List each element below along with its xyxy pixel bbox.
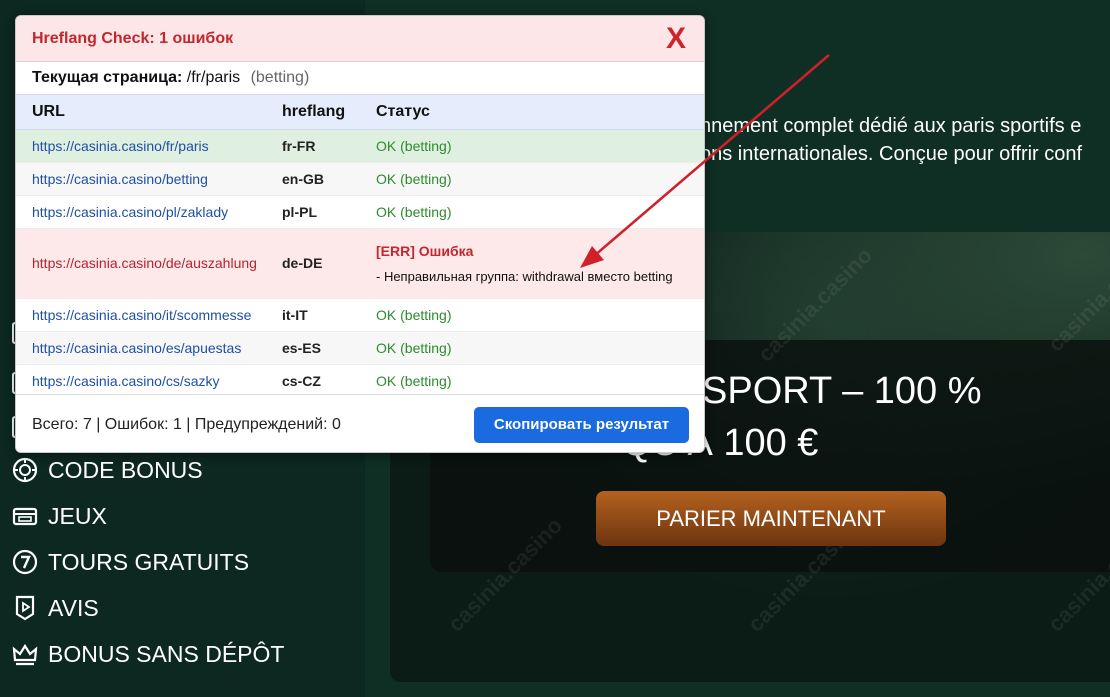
summary-text: Всего: 7 | Ошибок: 1 | Предупреждений: 0 xyxy=(32,416,341,433)
row-status: OK (betting) xyxy=(376,372,452,389)
table-row: https://casinia.casino/it/scommesse it-I… xyxy=(16,298,704,331)
intro-line: ons internationales. Conçue pour offrir … xyxy=(700,143,1083,165)
row-hreflang: cs-CZ xyxy=(282,372,321,389)
nav-item-label: BONUS SANS DÉPÔT xyxy=(48,640,285,667)
nav-item-label: TOURS GRATUITS xyxy=(48,548,250,575)
results-table: URL hreflang Статус https://casinia.casi… xyxy=(16,95,704,398)
nav-item-avis[interactable]: AVIS xyxy=(10,590,99,626)
row-status: OK (betting) xyxy=(376,170,452,187)
row-url-link[interactable]: https://casinia.casino/cs/sazky xyxy=(16,364,282,397)
row-status: OK (betting) xyxy=(376,203,452,220)
row-status: OK (betting) xyxy=(376,306,452,323)
hreflang-check-popup: Hreflang Check: 1 ошибок X Текущая стран… xyxy=(15,15,705,453)
nav-item-tours-gratuits[interactable]: TOURS GRATUITS xyxy=(10,544,249,580)
table-row: https://casinia.casino/cs/sazky cs-CZ OK… xyxy=(16,364,704,397)
chip-icon xyxy=(10,455,40,485)
play-badge-icon xyxy=(10,593,40,623)
popup-header: Hreflang Check: 1 ошибок X xyxy=(16,16,704,62)
row-hreflang: en-GB xyxy=(282,170,324,187)
row-hreflang: it-IT xyxy=(282,306,308,323)
row-url-link[interactable]: https://casinia.casino/it/scommesse xyxy=(16,298,282,331)
crown-icon xyxy=(10,639,40,669)
current-page-path: /fr/paris xyxy=(186,69,241,86)
popup-title: Hreflang Check: 1 ошибок xyxy=(32,30,234,47)
nav-item-code-bonus[interactable]: CODE BONUS xyxy=(10,452,203,488)
row-status: OK (betting) xyxy=(376,339,452,356)
column-header-url: URL xyxy=(16,95,282,130)
row-url-link[interactable]: https://casinia.casino/de/auszahlung xyxy=(16,228,282,298)
column-header-status: Статус xyxy=(376,95,704,130)
ticket-icon xyxy=(10,501,40,531)
row-url-link[interactable]: https://casinia.casino/fr/paris xyxy=(16,129,282,162)
error-label: [ERR] Ошибка xyxy=(376,242,474,259)
row-status: [ERR] Ошибка - Неправильная группа: with… xyxy=(376,228,704,298)
row-url-link[interactable]: https://casinia.casino/pl/zaklady xyxy=(16,195,282,228)
nav-item-label: AVIS xyxy=(48,594,99,621)
bet-now-button[interactable]: PARIER MAINTENANT xyxy=(596,491,946,546)
nav-item-label: JEUX xyxy=(48,502,107,529)
current-page-group: (betting) xyxy=(250,69,310,86)
seven-icon xyxy=(10,547,40,577)
row-hreflang: de-DE xyxy=(282,255,323,271)
current-page-label: Текущая страница: xyxy=(32,69,183,86)
table-row: https://casinia.casino/es/apuestas es-ES… xyxy=(16,331,704,364)
table-row: https://casinia.casino/betting en-GB OK … xyxy=(16,162,704,195)
column-header-hreflang: hreflang xyxy=(282,95,376,130)
intro-line: nnement complet dédié aux paris sportifs… xyxy=(700,115,1082,137)
nav-item-bonus-sans-depot[interactable]: BONUS SANS DÉPÔT xyxy=(10,636,284,672)
intro-paragraph: nnement complet dédié aux paris sportifs… xyxy=(700,112,1110,168)
watermark: casinia.casino xyxy=(1042,232,1110,357)
popup-footer: Всего: 7 | Ошибок: 1 | Предупреждений: 0… xyxy=(16,394,704,452)
row-hreflang: es-ES xyxy=(282,339,321,356)
table-header-row: URL hreflang Статус xyxy=(16,95,704,130)
table-row: https://casinia.casino/fr/paris fr-FR OK… xyxy=(16,129,704,162)
error-detail: - Неправильная группа: withdrawal вместо… xyxy=(376,268,673,284)
copy-results-button[interactable]: Скопировать результат xyxy=(474,407,689,443)
nav-item-jeux[interactable]: JEUX xyxy=(10,498,107,534)
table-row: https://casinia.casino/pl/zaklady pl-PL … xyxy=(16,195,704,228)
row-hreflang: pl-PL xyxy=(282,203,317,220)
row-hreflang: fr-FR xyxy=(282,137,316,154)
current-page-row: Текущая страница: /fr/paris (betting) xyxy=(16,62,704,95)
row-status: OK (betting) xyxy=(376,137,452,154)
nav-item-label: CODE BONUS xyxy=(48,456,203,483)
row-url-link[interactable]: https://casinia.casino/es/apuestas xyxy=(16,331,282,364)
close-button[interactable]: X xyxy=(666,22,686,56)
row-url-link[interactable]: https://casinia.casino/betting xyxy=(16,162,282,195)
table-row-error: https://casinia.casino/de/auszahlung de-… xyxy=(16,228,704,298)
